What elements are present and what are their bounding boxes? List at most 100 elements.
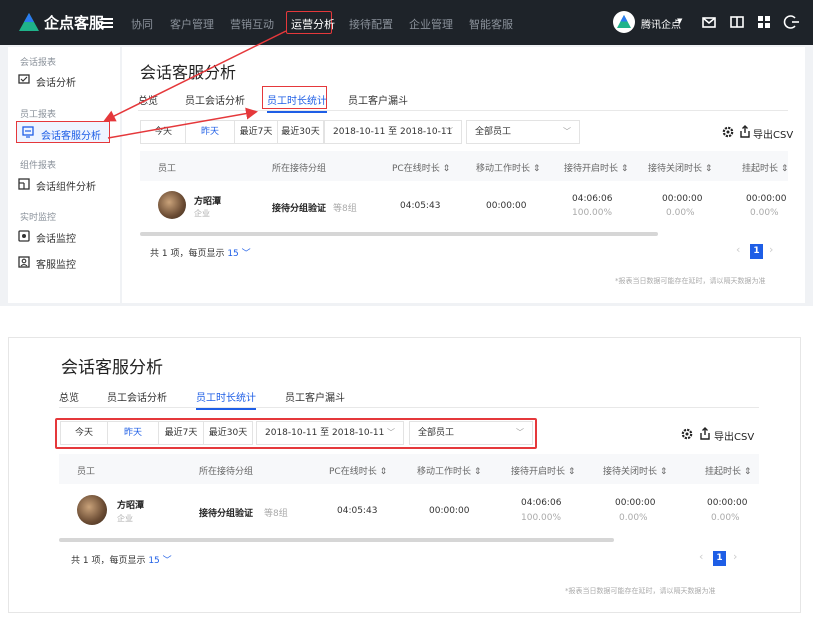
logout-icon[interactable]: [783, 13, 801, 31]
chevron-down-icon: ﹀: [387, 428, 395, 437]
filter-bar: 今天 昨天 最近7天 最近30天 2018-10-11 至 2018-10-11…: [60, 421, 534, 445]
apps-grid-icon[interactable]: [755, 13, 773, 31]
nav-item-smart-service[interactable]: 智能客服: [469, 16, 513, 32]
staff-name: 方昭潭: [117, 501, 145, 511]
tab-customer-funnel[interactable]: 员工客户漏斗: [285, 389, 345, 404]
horizontal-scrollbar[interactable]: [59, 538, 614, 542]
chevron-down-icon: ﹀: [563, 127, 571, 136]
nav-item-enterprise[interactable]: 企业管理: [409, 16, 453, 32]
avatar: [158, 191, 186, 219]
data-delay-note: *报表当日数据可能存在延时，请以隔天数据为准: [565, 587, 716, 595]
book-icon[interactable]: [728, 13, 746, 31]
chevron-down-icon[interactable]: ▼: [677, 17, 682, 25]
close-percent: 0.00%: [619, 513, 648, 523]
brand-name[interactable]: 腾讯企点: [641, 16, 681, 31]
filter-30days-button[interactable]: 最近30天: [203, 421, 253, 445]
staff-select[interactable]: 全部员工 ﹀: [466, 120, 580, 144]
total-count: 共 1 项，每页显示 15 ﹀: [150, 249, 251, 259]
nav-item-customers[interactable]: 客户管理: [170, 16, 214, 32]
menu-icon[interactable]: [100, 12, 114, 32]
table-header: 员工 所在接待分组 PC在线时长 ⇕ 移动工作时长 ⇕ 接待开启时长 ⇕ 接待关…: [59, 454, 759, 484]
hang-percent: 0.00%: [750, 208, 779, 218]
column-header[interactable]: 移动工作时长 ⇕: [476, 161, 540, 174]
hang-percent: 0.00%: [711, 513, 740, 523]
close-duration: 00:00:00: [615, 498, 656, 508]
filter-yesterday-button[interactable]: 昨天: [185, 120, 235, 144]
column-header: 员工: [77, 467, 96, 477]
chevron-left-icon[interactable]: ‹: [699, 550, 703, 563]
column-header[interactable]: 接待开启时长 ⇕: [511, 464, 575, 477]
brand-avatar[interactable]: [613, 11, 635, 33]
filter-bar: 今天 昨天 最近7天 最近30天 2018-10-11 至 2018-10-11…: [140, 120, 580, 144]
nav-item-marketing[interactable]: 营销互动: [230, 16, 274, 32]
sidebar-item-component-analysis[interactable]: 会话组件分析: [18, 175, 116, 193]
sidebar-group-title: 员工报表: [20, 110, 57, 120]
open-percent: 100.00%: [572, 208, 613, 218]
hang-duration: 00:00:00: [746, 194, 787, 204]
staff-select[interactable]: 全部员工 ﹀: [409, 421, 533, 445]
column-header[interactable]: PC在线时长 ⇕: [392, 161, 450, 174]
chevron-right-icon[interactable]: ›: [769, 243, 773, 256]
filter-7days-button[interactable]: 最近7天: [234, 120, 278, 144]
settings-icon[interactable]: [722, 126, 734, 138]
group-more-link[interactable]: 等8组: [333, 201, 357, 214]
export-csv-button[interactable]: 导出CSV: [753, 126, 793, 141]
component-icon: [18, 178, 30, 190]
filter-today-button[interactable]: 今天: [60, 421, 108, 445]
column-header[interactable]: 挂起时长 ⇕: [705, 464, 751, 477]
page-size-select[interactable]: 15 ﹀: [148, 556, 171, 566]
page-title: 会话客服分析: [61, 358, 163, 378]
pc-duration: 04:05:43: [400, 201, 441, 211]
filter-30days-button[interactable]: 最近30天: [277, 120, 324, 144]
pc-duration: 04:05:43: [337, 506, 378, 516]
agent-chat-icon: [22, 126, 34, 138]
page-size-select[interactable]: 15 ﹀: [227, 249, 250, 259]
horizontal-scrollbar[interactable]: [140, 232, 658, 236]
filter-today-button[interactable]: 今天: [140, 120, 186, 144]
page-number[interactable]: 1: [750, 244, 763, 259]
date-range-picker[interactable]: 2018-10-11 至 2018-10-11 ﹀: [256, 421, 404, 445]
tab-overview[interactable]: 总览: [59, 389, 79, 404]
column-header[interactable]: 移动工作时长 ⇕: [417, 464, 481, 477]
nav-item-analytics[interactable]: 运营分析: [286, 11, 335, 34]
chevron-right-icon[interactable]: ›: [733, 550, 737, 563]
sidebar-item-session-analysis[interactable]: 会话分析: [18, 71, 116, 89]
column-header[interactable]: 接待开启时长 ⇕: [564, 161, 628, 174]
main-panel: 会话客服分析 总览 员工会话分析 员工时长统计 员工客户漏斗 今天 昨天 最近7…: [122, 47, 805, 303]
column-header[interactable]: 接待关闭时长 ⇕: [648, 161, 712, 174]
top-screenshot: 企点客服 协同 客户管理 营销互动 运营分析 接待配置 企业管理 智能客服 腾讯…: [0, 0, 813, 306]
chevron-down-icon: ﹀: [516, 428, 524, 437]
staff-role: 企业: [194, 209, 210, 218]
filter-7days-button[interactable]: 最近7天: [158, 421, 204, 445]
tab-session-analysis[interactable]: 员工会话分析: [107, 389, 167, 404]
nav-item-collab[interactable]: 协同: [131, 16, 153, 32]
settings-icon[interactable]: [681, 428, 693, 440]
total-count: 共 1 项，每页显示 15 ﹀: [71, 556, 172, 566]
hang-duration: 00:00:00: [707, 498, 748, 508]
column-header[interactable]: 挂起时长 ⇕: [742, 161, 788, 174]
column-header[interactable]: 接待关闭时长 ⇕: [603, 464, 667, 477]
nav-item-reception[interactable]: 接待配置: [349, 16, 393, 32]
sidebar-group-title: 会话报表: [20, 58, 57, 68]
chevron-left-icon[interactable]: ‹: [736, 243, 740, 256]
column-header[interactable]: PC在线时长 ⇕: [329, 464, 387, 477]
monitor-icon: [18, 230, 30, 242]
app-name: 企点客服: [44, 14, 105, 32]
export-csv-button[interactable]: 导出CSV: [714, 428, 754, 443]
sidebar-item-agent-analysis[interactable]: 会话客服分析: [16, 121, 110, 143]
staff-name: 方昭潭: [194, 197, 222, 207]
open-duration: 04:06:06: [521, 498, 562, 508]
column-header: 所在接待分组: [199, 467, 254, 477]
export-icon[interactable]: [699, 427, 711, 440]
mail-icon[interactable]: [700, 13, 718, 31]
date-range-picker[interactable]: 2018-10-11 至 2018-10-11 ﹀: [324, 120, 462, 144]
filter-yesterday-button[interactable]: 昨天: [107, 421, 159, 445]
sidebar-item-session-monitor[interactable]: 会话监控: [18, 227, 116, 245]
sidebar-item-agent-monitor[interactable]: 客服监控: [18, 253, 116, 271]
logo-icon: [19, 13, 39, 31]
page-number[interactable]: 1: [713, 551, 726, 566]
table-row: 方昭潭 企业 接待分组验证 等8组 04:05:43 00:00:00 04:0…: [59, 484, 759, 536]
export-icon[interactable]: [739, 125, 751, 138]
group-more-link[interactable]: 等8组: [264, 506, 288, 519]
close-percent: 0.00%: [666, 208, 695, 218]
